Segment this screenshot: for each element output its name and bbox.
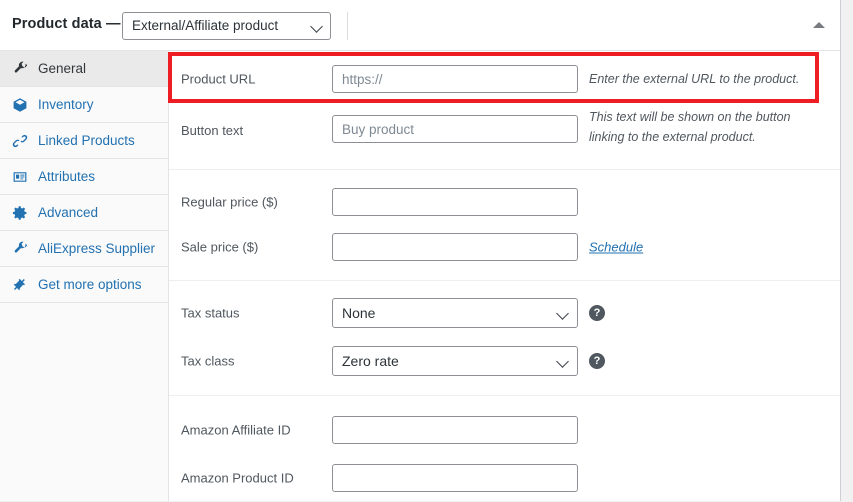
chevron-down-icon (556, 307, 569, 320)
tax-status-help-icon[interactable]: ? (589, 305, 605, 321)
field-tax-class: Tax class Zero rate ? (169, 337, 840, 385)
field-product-url: Product URL Enter the external URL to th… (169, 57, 840, 101)
product-type-select[interactable]: External/Affiliate product (122, 12, 331, 40)
amazon-affiliate-id-input[interactable] (332, 416, 578, 444)
header-divider (347, 12, 348, 40)
chevron-down-icon (556, 355, 569, 368)
field-amazon-product-id: Amazon Product ID (169, 454, 840, 502)
product-type-value: External/Affiliate product (132, 18, 279, 33)
sidebar-item-label: Get more options (38, 277, 142, 292)
sidebar-item-inventory[interactable]: Inventory (0, 87, 168, 123)
sidebar-item-label: Inventory (38, 97, 94, 112)
button-text-description: This text will be shown on the button li… (589, 110, 791, 144)
tax-status-select[interactable]: None (332, 298, 578, 328)
product-url-description: Enter the external URL to the product. (589, 72, 800, 86)
cube-icon (12, 97, 28, 113)
regular-price-label: Regular price ($) (181, 194, 278, 210)
pricing-group: Regular price ($) Sale price ($) Schedul… (169, 169, 840, 280)
field-button-text: Button text This text will be shown on t… (169, 101, 840, 157)
sidebar-item-linked-products[interactable]: Linked Products (0, 123, 168, 159)
amazon-product-id-label: Amazon Product ID (181, 470, 294, 486)
field-amazon-affiliate-id: Amazon Affiliate ID (169, 406, 840, 454)
sidebar-item-attributes[interactable]: Attributes (0, 159, 168, 195)
tax-class-select[interactable]: Zero rate (332, 346, 578, 376)
link-icon (12, 133, 28, 149)
sidebar-item-advanced[interactable]: Advanced (0, 195, 168, 231)
sale-price-input[interactable] (332, 233, 578, 261)
amazon-group: Amazon Affiliate ID Amazon Product ID (169, 395, 840, 502)
regular-price-input[interactable] (332, 188, 578, 216)
sidebar-item-general[interactable]: General (0, 51, 168, 87)
sidebar-item-aliexpress-supplier[interactable]: AliExpress Supplier (0, 231, 168, 267)
panel-body: General Inventory Linked Products Attrib… (0, 51, 840, 501)
sidebar-item-label: Advanced (38, 205, 99, 220)
sidebar-item-label: Linked Products (38, 133, 135, 148)
product-data-panel: Product data — External/Affiliate produc… (0, 0, 841, 501)
triangle-up-icon (813, 22, 825, 28)
sidebar-item-get-more-options[interactable]: Get more options (0, 267, 168, 303)
chevron-down-icon (310, 20, 323, 33)
form-icon (12, 169, 28, 185)
schedule-sale-link[interactable]: Schedule (589, 240, 643, 255)
tax-status-label: Tax status (181, 305, 240, 321)
product-url-input[interactable] (332, 65, 578, 93)
wrench-icon (12, 61, 28, 77)
wrench-icon (12, 241, 28, 257)
collapse-panel-toggle[interactable] (809, 17, 829, 35)
sale-price-label: Sale price ($) (181, 239, 259, 255)
field-regular-price: Regular price ($) (169, 180, 840, 224)
amazon-affiliate-id-label: Amazon Affiliate ID (181, 422, 291, 438)
field-sale-price: Sale price ($) Schedule (169, 224, 840, 270)
gear-icon (12, 205, 28, 221)
sidebar-item-label: General (38, 61, 87, 76)
plug-icon (12, 277, 28, 293)
general-tab-content: Product URL Enter the external URL to th… (169, 51, 840, 501)
sidebar-item-label: Attributes (38, 169, 96, 184)
product-data-tabs: General Inventory Linked Products Attrib… (0, 51, 169, 501)
field-tax-status: Tax status None ? (169, 289, 840, 337)
tax-class-label: Tax class (181, 353, 235, 369)
tax-status-value: None (342, 305, 376, 321)
tax-class-value: Zero rate (342, 353, 399, 369)
sidebar-item-label: AliExpress Supplier (38, 241, 156, 256)
page-title: Product data — (12, 16, 121, 32)
button-text-label: Button text (181, 123, 244, 138)
product-url-label: Product URL (181, 71, 256, 87)
external-product-group: Product URL Enter the external URL to th… (169, 51, 840, 169)
tax-group: Tax status None ? Tax class Zero rate ? (169, 280, 840, 395)
amazon-product-id-input[interactable] (332, 464, 578, 492)
tax-class-help-icon[interactable]: ? (589, 353, 605, 369)
panel-header: Product data — External/Affiliate produc… (0, 0, 840, 51)
button-text-input[interactable] (332, 115, 578, 143)
